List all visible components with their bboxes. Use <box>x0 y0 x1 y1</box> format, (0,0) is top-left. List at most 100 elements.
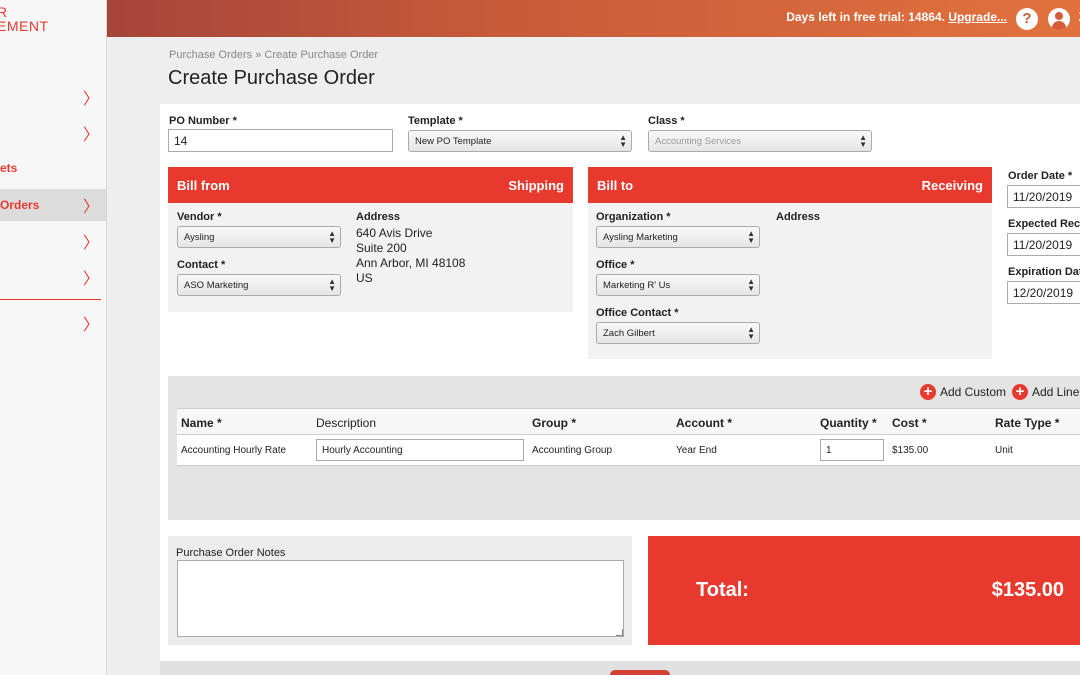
bill-to-address-label: Address <box>776 211 821 223</box>
breadcrumb[interactable]: Purchase Orders » Create Purchase Order <box>169 49 378 61</box>
sidebar-item-2[interactable]: 〉 <box>0 117 106 149</box>
sidebar-item-6[interactable]: 〉 <box>0 261 106 293</box>
column-header-account: Account * <box>676 416 733 430</box>
contact-select[interactable]: ASO Marketing ▲ ▼ <box>177 274 341 296</box>
select-arrows-icon: ▲ ▼ <box>747 325 755 341</box>
chevron-right-icon: 〉 <box>82 235 99 252</box>
select-arrows-icon: ▲ ▼ <box>859 133 867 149</box>
cell-cost: $135.00 <box>892 445 929 456</box>
total-panel: Total: $135.00 <box>648 536 1080 645</box>
notes-textarea[interactable] <box>177 560 624 637</box>
avatar-head <box>1055 12 1063 20</box>
line-items-header: Name * Description Group * Account * Qua… <box>177 408 1080 435</box>
organization-label: Organization * <box>596 211 671 223</box>
contact-label: Contact * <box>177 259 226 271</box>
class-select[interactable]: Accounting Services ▲ ▼ <box>648 130 872 152</box>
page-title: Create Purchase Order <box>168 67 375 89</box>
sidebar-item-7[interactable]: 〉 <box>0 307 106 339</box>
po-number-input[interactable] <box>168 129 393 152</box>
trial-notice: Days left in free trial: 14864. Upgrade.… <box>786 10 1007 24</box>
template-select[interactable]: New PO Template ▲ ▼ <box>408 130 632 152</box>
template-value: New PO Template <box>415 136 492 147</box>
bill-to-header: Bill to Receiving <box>588 167 992 203</box>
sidebar-item-orders[interactable]: Orders 〉 <box>0 189 106 221</box>
bill-from-address-label: Address <box>356 211 401 223</box>
vendor-value: Aysling <box>184 232 215 243</box>
chevron-right-icon: 〉 <box>82 127 99 144</box>
quantity-input[interactable] <box>820 439 884 461</box>
add-line-label: Add Line <box>1032 385 1080 399</box>
chevron-right-icon: 〉 <box>82 317 99 334</box>
cell-rate-type: Unit <box>995 445 1013 456</box>
table-row: Accounting Hourly Rate Accounting Group … <box>177 435 1080 466</box>
sidebar-item-label: ets <box>0 161 18 175</box>
help-icon[interactable]: ? <box>1016 8 1038 30</box>
add-custom-label: Add Custom <box>940 385 1007 399</box>
expiration-date-label: Expiration Dat <box>1008 266 1080 278</box>
class-label: Class * <box>648 115 685 127</box>
office-select[interactable]: Marketing R' Us ▲ ▼ <box>596 274 760 296</box>
save-button[interactable] <box>610 670 670 675</box>
address-line-1: 640 Avis Drive <box>356 226 433 240</box>
organization-value: Aysling Marketing <box>603 232 678 243</box>
total-value: $135.00 <box>991 579 1064 601</box>
bill-from-header: Bill from Shipping <box>168 167 573 203</box>
upgrade-link[interactable]: Upgrade... <box>948 10 1007 24</box>
office-contact-value: Zach Gilbert <box>603 328 655 339</box>
vendor-select[interactable]: Aysling ▲ ▼ <box>177 226 341 248</box>
organization-select[interactable]: Aysling Marketing ▲ ▼ <box>596 226 760 248</box>
select-arrows-icon: ▲ ▼ <box>328 277 336 293</box>
expected-date-input[interactable] <box>1007 233 1080 256</box>
select-arrows-icon: ▲ ▼ <box>747 229 755 245</box>
chevron-right-icon: 〉 <box>82 91 99 108</box>
bill-from-address: 640 Avis Drive Suite 200 Ann Arbor, MI 4… <box>356 226 465 286</box>
bill-to-title: Bill to <box>597 178 634 193</box>
sidebar: R EMENT 〉 〉 ets Orders 〉 〉 〉 〉 <box>0 0 107 675</box>
address-line-3: Ann Arbor, MI 48108 <box>356 256 466 270</box>
select-arrows-icon: ▲ ▼ <box>747 277 755 293</box>
order-date-input[interactable] <box>1007 185 1080 208</box>
logo-line-2: EMENT <box>0 18 49 34</box>
column-header-rate-type: Rate Type * <box>995 416 1060 430</box>
cell-account: Year End <box>676 445 717 456</box>
po-number-label: PO Number * <box>169 115 237 127</box>
order-date-label: Order Date * <box>1008 170 1073 182</box>
chevron-right-icon: 〉 <box>82 199 99 216</box>
avatar-body <box>1052 21 1066 30</box>
shipping-title: Shipping <box>508 178 564 193</box>
class-value: Accounting Services <box>655 136 742 147</box>
user-avatar-icon[interactable] <box>1048 8 1070 30</box>
address-line-2: Suite 200 <box>356 241 407 255</box>
column-header-name: Name * <box>181 416 222 430</box>
app-logo[interactable]: R EMENT <box>0 5 49 33</box>
office-contact-select[interactable]: Zach Gilbert ▲ ▼ <box>596 322 760 344</box>
chevron-right-icon: 〉 <box>82 271 99 288</box>
bill-from-title: Bill from <box>177 178 230 193</box>
sidebar-item-1[interactable]: 〉 <box>0 81 106 113</box>
description-input[interactable] <box>316 439 524 461</box>
address-line-4: US <box>356 271 373 285</box>
office-value: Marketing R' Us <box>603 280 671 291</box>
add-line-button[interactable]: + Add Line <box>1012 384 1079 400</box>
column-header-cost: Cost * <box>892 416 927 430</box>
total-label: Total: <box>696 579 749 601</box>
column-header-description: Description <box>316 416 377 430</box>
notes-label: Purchase Order Notes <box>176 547 286 559</box>
sidebar-item-5[interactable]: 〉 <box>0 225 106 257</box>
cell-name: Accounting Hourly Rate <box>181 445 287 456</box>
resize-handle-icon[interactable] <box>616 629 623 636</box>
sidebar-item-3[interactable]: ets <box>0 152 106 184</box>
cell-group: Accounting Group <box>532 445 613 456</box>
select-arrows-icon: ▲ ▼ <box>328 229 336 245</box>
top-bar: Days left in free trial: 14864. Upgrade.… <box>107 0 1080 37</box>
receiving-title: Receiving <box>921 178 983 193</box>
add-custom-button[interactable]: + Add Custom <box>920 384 1006 400</box>
vendor-label: Vendor * <box>177 211 222 223</box>
column-header-group: Group * <box>532 416 576 430</box>
office-contact-label: Office Contact * <box>596 307 679 319</box>
plus-circle-icon: + <box>920 384 936 400</box>
select-arrows-icon: ▲ ▼ <box>619 133 627 149</box>
expiration-date-input[interactable] <box>1007 281 1080 304</box>
office-label: Office * <box>596 259 635 271</box>
trial-text: Days left in free trial: 14864. <box>786 10 945 24</box>
